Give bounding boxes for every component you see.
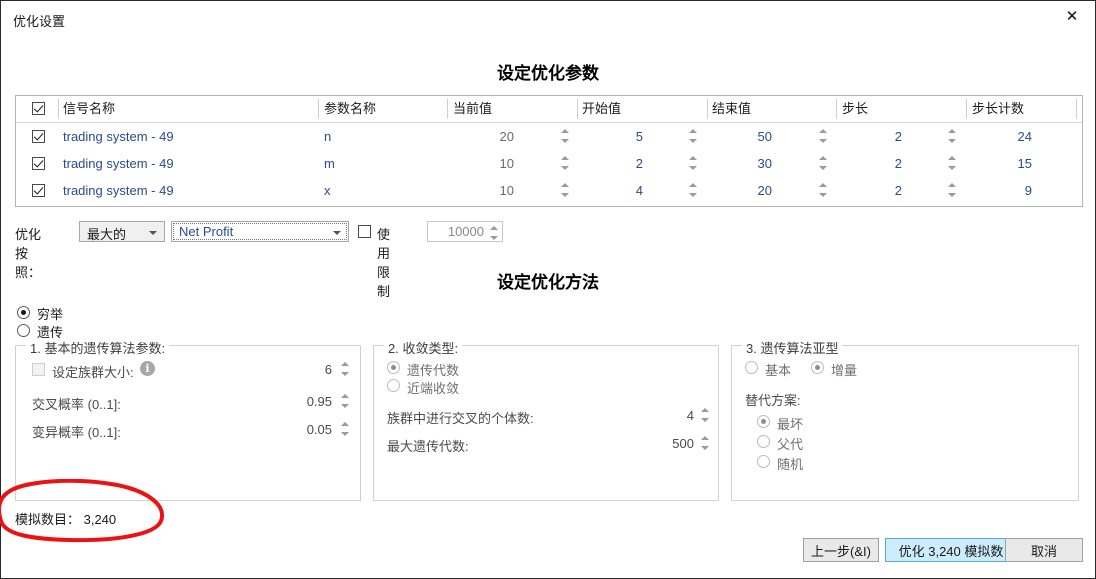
radio-replacement-parent[interactable] <box>757 435 770 448</box>
mutation-prob-spinner[interactable] <box>340 419 351 439</box>
radio-proximity-label: 近端收敛 <box>407 381 460 396</box>
population-size-label: 设定族群大小: <box>52 365 134 380</box>
column-header-count[interactable]: 步长计数 <box>972 96 1082 122</box>
group-basic-ga-params: 1. 基本的遗传算法参数: 设定族群大小: i 6 交叉概率 (0..1]: 0… <box>15 338 361 501</box>
radio-proximity[interactable] <box>387 379 400 392</box>
grid-header-row: 信号名称 参数名称 当前值 开始值 结束值 步长 步长计数 <box>16 96 1082 122</box>
group3-title: 3. 遗传算法亚型 <box>742 338 843 357</box>
title-bar: 优化设置 ✕ <box>1 1 1095 35</box>
mutation-prob-value: 0.05 <box>306 422 332 437</box>
optimize-metric-select[interactable]: Net Profit <box>171 221 349 242</box>
params-section-title: 设定优化参数 <box>497 64 599 83</box>
table-row[interactable]: trading system - 49 m 10 2 30 2 15 <box>16 150 1082 177</box>
crossover-individuals-label: 族群中进行交叉的个体数: <box>387 411 534 426</box>
table-row[interactable]: trading system - 49 x 10 4 20 2 9 <box>16 177 1082 204</box>
cell-count: 9 <box>1024 183 1032 198</box>
crossover-prob-value: 0.95 <box>306 394 332 409</box>
radio-basic[interactable] <box>745 361 758 374</box>
row-checkbox[interactable] <box>32 157 45 170</box>
column-header-param[interactable]: 参数名称 <box>324 96 442 122</box>
radio-basic-label: 基本 <box>765 363 792 378</box>
select-all-checkbox[interactable] <box>32 102 45 115</box>
radio-replacement-parent-label: 父代 <box>777 437 804 452</box>
chevron-down-icon <box>333 231 341 235</box>
max-generations-label: 最大遗传代数: <box>387 439 469 454</box>
group-convergence-type: 2. 收敛类型: 遗传代数 近端收敛 族群中进行交叉的个体数: 4 最大遗传代数… <box>373 338 719 501</box>
grid-divider <box>58 99 59 119</box>
group1-title: 1. 基本的遗传算法参数: <box>26 338 170 357</box>
close-icon[interactable]: ✕ <box>1049 1 1095 31</box>
parameters-grid: 信号名称 参数名称 当前值 开始值 结束值 步长 步长计数 trading sy… <box>15 95 1083 207</box>
limit-value-field[interactable]: 10000 <box>427 221 503 242</box>
grid-divider <box>836 99 837 119</box>
cell-signal: trading system - 49 <box>63 156 174 171</box>
limit-spinner[interactable] <box>489 223 500 243</box>
crossover-individuals-spinner[interactable] <box>700 405 711 425</box>
max-generations-value: 500 <box>672 436 694 451</box>
radio-exhaustive-label: 穷举 <box>37 307 64 322</box>
radio-generations-label: 遗传代数 <box>407 363 460 378</box>
radio-incremental[interactable] <box>811 361 824 374</box>
row-checkbox[interactable] <box>32 184 45 197</box>
radio-genetic[interactable] <box>17 324 30 337</box>
group2-title: 2. 收敛类型: <box>384 338 463 357</box>
column-header-end[interactable]: 结束值 <box>712 96 830 122</box>
limit-value: 10000 <box>447 224 484 239</box>
column-header-signal[interactable]: 信号名称 <box>63 96 313 122</box>
column-header-step[interactable]: 步长 <box>842 96 960 122</box>
method-section-title: 设定优化方法 <box>497 273 599 292</box>
back-button[interactable]: 上一步(&I) <box>803 538 879 562</box>
replacement-scheme-label: 替代方案: <box>745 393 801 408</box>
optimize-direction-select[interactable]: 最大的 <box>79 221 165 242</box>
cell-count: 24 <box>1017 129 1032 144</box>
max-generations-spinner[interactable] <box>700 433 711 453</box>
radio-replacement-random[interactable] <box>757 455 770 468</box>
optimize-metric-value: Net Profit <box>179 224 234 239</box>
cell-count: 15 <box>1017 156 1032 171</box>
radio-replacement-random-label: 随机 <box>777 457 804 472</box>
grid-divider <box>577 99 578 119</box>
use-limit-checkbox[interactable] <box>358 225 371 238</box>
radio-replacement-worst[interactable] <box>757 415 770 428</box>
chevron-down-icon <box>149 231 157 235</box>
info-icon[interactable]: i <box>140 361 155 376</box>
cancel-button[interactable]: 取消 <box>1005 538 1083 562</box>
optimization-settings-window: 优化设置 ✕ 设定优化参数 信号名称 参数名称 当前值 开始值 结束值 步长 步… <box>0 0 1096 579</box>
radio-replacement-worst-label: 最坏 <box>777 417 804 432</box>
optimize-button[interactable]: 优化 3,240 模拟数 <box>885 538 1017 562</box>
column-header-current[interactable]: 当前值 <box>453 96 571 122</box>
crossover-prob-spinner[interactable] <box>340 391 351 411</box>
table-row[interactable]: trading system - 49 n 20 5 50 2 24 <box>16 123 1082 150</box>
simulation-count-text: 模拟数目： 3,240 <box>15 512 117 527</box>
cell-signal: trading system - 49 <box>63 183 174 198</box>
radio-exhaustive[interactable] <box>17 306 30 319</box>
cell-signal: trading system - 49 <box>63 129 174 144</box>
grid-divider <box>447 99 448 119</box>
grid-divider <box>966 99 967 119</box>
crossover-individuals-value: 4 <box>686 408 694 423</box>
column-header-start[interactable]: 开始值 <box>582 96 700 122</box>
grid-divider <box>1076 99 1077 119</box>
population-size-spinner[interactable] <box>340 359 351 379</box>
grid-divider <box>318 99 319 119</box>
window-title: 优化设置 <box>13 14 66 29</box>
grid-divider <box>707 99 708 119</box>
optimize-direction-value: 最大的 <box>87 227 127 242</box>
population-size-value: 6 <box>324 362 332 377</box>
crossover-prob-label: 交叉概率 (0..1]: <box>32 397 121 412</box>
group-ga-subtype: 3. 遗传算法亚型 基本 增量 替代方案: 最坏 父代 随机 <box>731 338 1079 501</box>
row-checkbox[interactable] <box>32 130 45 143</box>
radio-incremental-label: 增量 <box>831 363 858 378</box>
mutation-prob-label: 变异概率 (0..1]: <box>32 425 121 440</box>
set-population-size-checkbox[interactable] <box>32 363 45 376</box>
radio-generations[interactable] <box>387 361 400 374</box>
